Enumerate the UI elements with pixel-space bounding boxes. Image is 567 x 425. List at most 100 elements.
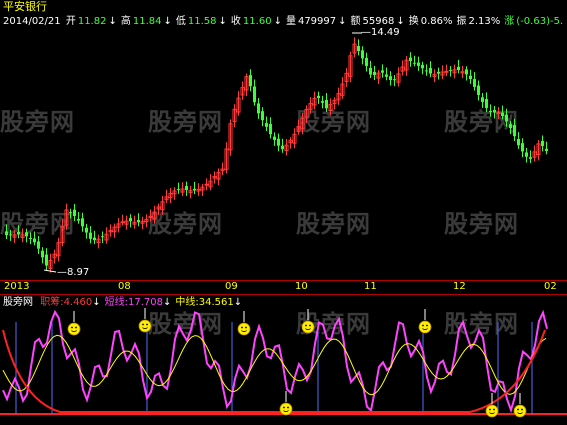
quote-date: 2014/02/21: [3, 16, 61, 27]
quote-field-value: (-0.63)-5.: [516, 16, 564, 27]
candle-body: [541, 140, 544, 146]
candle-body: [73, 209, 76, 217]
low-price-label: —8.97: [57, 267, 90, 278]
smiley-eye: [493, 408, 495, 411]
candle-body: [381, 70, 384, 73]
down-arrow-icon: ↓: [396, 16, 405, 27]
quote-field: 低 11.58 ↓: [176, 16, 229, 27]
quote-field: 高 11.84 ↓: [121, 16, 174, 27]
candle-body: [529, 157, 532, 159]
smiley-eye: [489, 408, 491, 411]
down-arrow-icon: ↓: [233, 297, 243, 308]
down-arrow-icon: ↓: [218, 16, 227, 27]
smiley-face-icon: [418, 320, 432, 334]
down-arrow-icon: ↓: [108, 16, 117, 27]
candle-body: [365, 57, 368, 67]
candle-body: [261, 111, 264, 121]
smiley-eye: [521, 408, 523, 411]
price-and-indicator-chart[interactable]: [0, 0, 567, 425]
chip-line: [2, 329, 546, 413]
smiley-eye: [71, 326, 73, 329]
down-arrow-icon: ↓: [92, 297, 101, 308]
quote-field-label: 额: [350, 16, 361, 27]
candle-body: [249, 75, 252, 87]
quote-field-value: 11.60: [242, 16, 272, 27]
quote-field-label: 振: [456, 16, 467, 27]
smiley-eye: [287, 406, 289, 409]
candle-body: [281, 145, 284, 150]
quote-field-value: 2.13%: [468, 16, 501, 27]
quote-field: 涨 (-0.63)-5.: [504, 16, 565, 27]
x-axis-label: 12: [453, 281, 466, 292]
candle-body: [273, 136, 276, 140]
x-axis-label: 10: [295, 281, 308, 292]
time-axis-top: [0, 280, 567, 281]
x-axis-label: 02: [544, 281, 557, 292]
candle-body: [457, 66, 460, 71]
indicator-field: 中线:34.561↓: [175, 297, 242, 308]
candle-body: [193, 188, 196, 191]
candle-body: [185, 186, 188, 191]
indicator-field-value: 4.460: [63, 297, 93, 308]
candle-body: [449, 70, 452, 72]
indicator-field-label: 短线:: [104, 297, 128, 308]
indicator-legend: 股旁网 职筹:4.460↓ 短线:17.708↓ 中线:34.561↓: [3, 297, 242, 309]
quote-field: 换 0.86%: [409, 16, 455, 27]
candle-body: [489, 110, 492, 113]
candle-body: [417, 62, 420, 66]
smiley-face-icon: [513, 404, 527, 418]
candle-body: [17, 232, 20, 235]
x-axis-label: 2013: [4, 281, 30, 292]
quote-field-label: 量: [285, 16, 296, 27]
candle-body: [101, 236, 104, 238]
smiley-eye: [517, 408, 519, 411]
candle-body: [321, 101, 324, 103]
quote-field-label: 收: [230, 16, 241, 27]
indicator-field-label: 中线:: [175, 297, 199, 308]
indicator-field: 职筹:4.460↓: [40, 297, 100, 308]
quote-fields: 开 11.82 ↓ 高 11.84 ↓ 低 11.58 ↓ 收 11.60 ↓ 量 479997 ↓ 额 559…: [66, 16, 567, 27]
smiley-eye: [309, 324, 311, 327]
candle-body: [93, 237, 96, 241]
down-arrow-icon: ↓: [338, 16, 347, 27]
candle-body: [505, 114, 508, 122]
smiley-eye: [245, 326, 247, 329]
down-arrow-icon: ↓: [273, 16, 282, 27]
indicator-field-value: 17.708: [127, 297, 163, 308]
quote-field: 开 11.82 ↓: [66, 16, 119, 27]
candle-body: [369, 67, 372, 75]
down-arrow-icon: ↓: [162, 297, 172, 308]
candle-body: [473, 79, 476, 87]
quote-field-value: 55968: [362, 16, 395, 27]
candle-body: [465, 69, 468, 75]
candle-body: [41, 250, 44, 258]
candle-body: [385, 74, 388, 77]
short-line: [2, 309, 548, 414]
quote-bar: 2014/02/21 开 11.82 ↓ 高 11.84 ↓ 低 11.58 ↓ 收 11.60 ↓ 量…: [3, 16, 567, 28]
candle-body: [137, 220, 140, 223]
indicator-field-label: 职筹:: [40, 297, 64, 308]
candle-body: [421, 64, 424, 69]
candle-body: [253, 86, 256, 103]
smiley-face-icon: [237, 322, 251, 336]
smiley-eye: [146, 323, 148, 326]
candle-body: [25, 232, 28, 237]
candle-body: [509, 124, 512, 129]
smiley-eye: [241, 326, 243, 329]
candle-body: [517, 139, 520, 146]
smiley-eye: [426, 324, 428, 327]
candle-body: [317, 95, 320, 99]
candle-body: [129, 218, 132, 222]
candle-body: [325, 99, 328, 109]
candle-body: [269, 123, 272, 135]
down-arrow-icon: ↓: [163, 16, 172, 27]
indicator-field-value: 34.561: [198, 297, 234, 308]
smiley-eye: [142, 323, 144, 326]
candle-body: [389, 76, 392, 80]
candle-body: [393, 79, 396, 81]
candle-body: [469, 75, 472, 80]
x-axis-label: 08: [118, 281, 131, 292]
candle-body: [525, 152, 528, 157]
quote-field-label: 低: [175, 16, 186, 27]
quote-field-label: 开: [65, 16, 76, 27]
